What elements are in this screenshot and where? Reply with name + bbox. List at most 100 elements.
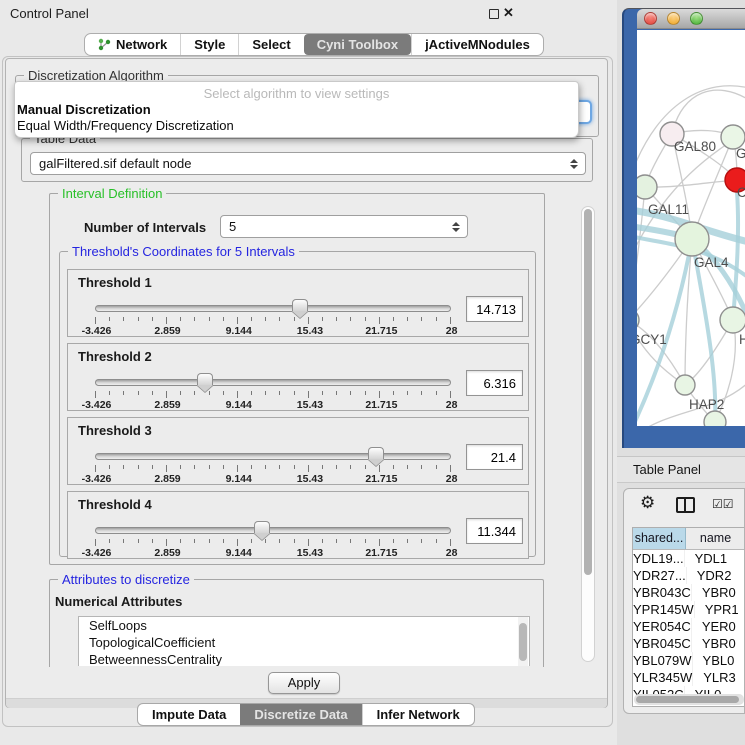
apply-button[interactable]: Apply bbox=[268, 672, 340, 694]
network-node[interactable] bbox=[675, 375, 695, 395]
tick-mark bbox=[350, 317, 351, 321]
checkboxes-icon[interactable]: ☑☑ bbox=[712, 497, 734, 511]
network-edge[interactable] bbox=[637, 187, 645, 320]
panel-scrollbar-thumb[interactable] bbox=[584, 209, 592, 575]
network-graph[interactable]: GAL80GACGAL11GAL4GCY1HHAP2 bbox=[637, 30, 745, 426]
tick-mark bbox=[308, 317, 309, 324]
attribute-item-topologicalcoefficient[interactable]: TopologicalCoefficient bbox=[79, 634, 529, 651]
tick-mark bbox=[365, 391, 366, 395]
network-node[interactable] bbox=[675, 222, 709, 256]
table-row[interactable]: YBR045CYBR0 bbox=[633, 635, 745, 652]
threshold-value-field[interactable] bbox=[466, 518, 523, 544]
tab-impute-data[interactable]: Impute Data bbox=[138, 704, 240, 725]
network-node[interactable] bbox=[704, 411, 726, 426]
table-row[interactable]: YDR27...YDR2 bbox=[633, 567, 745, 584]
attribute-item-selfloops[interactable]: SelfLoops bbox=[79, 617, 529, 634]
slider-track[interactable] bbox=[95, 453, 451, 460]
table-row[interactable]: YPR145WYPR1 bbox=[633, 601, 745, 618]
cell-name: YBR0 bbox=[692, 635, 745, 652]
network-node[interactable] bbox=[637, 175, 657, 199]
tick-mark bbox=[95, 539, 96, 546]
tab-select[interactable]: Select bbox=[238, 34, 303, 55]
tab-cyni-toolbox[interactable]: Cyni Toolbox bbox=[304, 34, 411, 55]
split-columns-icon[interactable] bbox=[676, 497, 695, 513]
tick-mark bbox=[152, 317, 153, 321]
group-title-interval: Interval Definition bbox=[58, 186, 166, 201]
slider-track[interactable] bbox=[95, 305, 451, 312]
thresholds-group: Threshold's Coordinates for 5 Intervals … bbox=[59, 251, 536, 557]
tick-mark bbox=[294, 317, 295, 321]
tab-network[interactable]: Network bbox=[85, 34, 180, 55]
tick-mark bbox=[95, 391, 96, 398]
column-header-name[interactable]: name bbox=[686, 528, 745, 549]
tick-mark bbox=[436, 317, 437, 321]
slider-thumb[interactable] bbox=[254, 521, 270, 539]
threshold-slider[interactable]: -3.4262.8599.14415.4321.71528 bbox=[95, 300, 451, 336]
slider-track[interactable] bbox=[95, 527, 451, 534]
tick-mark bbox=[123, 317, 124, 321]
node-label-c: C bbox=[737, 185, 745, 200]
float-icon[interactable] bbox=[489, 9, 499, 19]
network-edge[interactable] bbox=[645, 180, 737, 187]
list-scrollbar[interactable] bbox=[518, 617, 528, 666]
table-row[interactable]: YLR345WYLR3 bbox=[633, 669, 745, 686]
table-row[interactable]: YER054CYER0 bbox=[633, 618, 745, 635]
close-icon[interactable]: ✕ bbox=[503, 5, 514, 21]
table-row[interactable]: YBL079WYBL0 bbox=[633, 652, 745, 669]
attribute-item-betweennesscentrality[interactable]: BetweennessCentrality bbox=[79, 651, 529, 666]
list-scrollbar-thumb[interactable] bbox=[519, 623, 527, 661]
threshold-value-field[interactable] bbox=[466, 444, 523, 470]
table-row[interactable]: YBR043CYBR0 bbox=[633, 584, 745, 601]
threshold-slider[interactable]: -3.4262.8599.14415.4321.71528 bbox=[95, 522, 451, 558]
algorithm-option-manual-discretization[interactable]: Manual Discretization bbox=[17, 102, 151, 117]
table-horizontal-scrollbar[interactable] bbox=[634, 694, 744, 705]
tick-mark bbox=[180, 465, 181, 469]
tick-mark bbox=[166, 317, 167, 324]
slider-thumb[interactable] bbox=[292, 299, 308, 317]
tick-mark bbox=[237, 317, 238, 324]
tab-style[interactable]: Style bbox=[180, 34, 238, 55]
close-light[interactable] bbox=[644, 12, 657, 25]
network-canvas[interactable]: GAL80GACGAL11GAL4GCY1HHAP2 bbox=[637, 30, 745, 426]
threshold-value-field[interactable] bbox=[466, 370, 523, 396]
tab-discretize-data[interactable]: Discretize Data bbox=[240, 704, 361, 725]
network-edge-thick[interactable] bbox=[733, 192, 738, 320]
scale-label: 15.43 bbox=[297, 399, 323, 411]
tick-mark bbox=[393, 539, 394, 543]
tab-infer-network[interactable]: Infer Network bbox=[362, 704, 474, 725]
table-panel-title: Table Panel bbox=[633, 462, 701, 477]
slider-thumb[interactable] bbox=[197, 373, 213, 391]
slider-thumb[interactable] bbox=[368, 447, 384, 465]
column-header-shared-name[interactable]: shared... bbox=[633, 528, 686, 549]
table-row[interactable]: YDL19...YDL1 bbox=[633, 550, 745, 567]
scale-label: 28 bbox=[446, 547, 458, 559]
gear-icon[interactable]: ⚙ bbox=[640, 493, 655, 513]
threshold-slider[interactable]: -3.4262.8599.14415.4321.71528 bbox=[95, 374, 451, 410]
table-data-combo[interactable]: galFiltered.sif default node bbox=[30, 152, 586, 175]
tick-mark bbox=[336, 539, 337, 543]
tick-mark bbox=[138, 391, 139, 395]
network-node[interactable] bbox=[720, 307, 745, 333]
zoom-light[interactable] bbox=[690, 12, 703, 25]
tick-mark bbox=[223, 391, 224, 395]
num-intervals-combo[interactable]: 5 bbox=[220, 215, 468, 238]
numerical-attributes-list[interactable]: SelfLoopsTopologicalCoefficientBetweenne… bbox=[78, 616, 530, 666]
scale-label: 28 bbox=[446, 473, 458, 485]
tick-mark bbox=[95, 465, 96, 472]
network-window-titlebar[interactable] bbox=[637, 9, 745, 29]
cyni-toolbox-content: Discretization Algorithm Select algorith… bbox=[5, 58, 608, 708]
minimize-light[interactable] bbox=[667, 12, 680, 25]
slider-thumb-top bbox=[197, 373, 213, 385]
tick-mark bbox=[322, 539, 323, 543]
slider-track[interactable] bbox=[95, 379, 451, 386]
tick-mark bbox=[237, 465, 238, 472]
table-scrollbar-thumb[interactable] bbox=[636, 696, 739, 703]
threshold-slider[interactable]: -3.4262.8599.14415.4321.71528 bbox=[95, 448, 451, 484]
threshold-value-field[interactable] bbox=[466, 296, 523, 322]
tick-mark bbox=[123, 391, 124, 395]
algorithm-option-equal-width-frequency-discretization[interactable]: Equal Width/Frequency Discretization bbox=[17, 118, 234, 133]
cell-shared-name: YDR27... bbox=[633, 567, 687, 584]
network-node[interactable] bbox=[637, 309, 639, 331]
panel-scrollbar[interactable] bbox=[581, 206, 595, 662]
tab-jactivemnodules[interactable]: jActiveMNodules bbox=[411, 34, 543, 55]
